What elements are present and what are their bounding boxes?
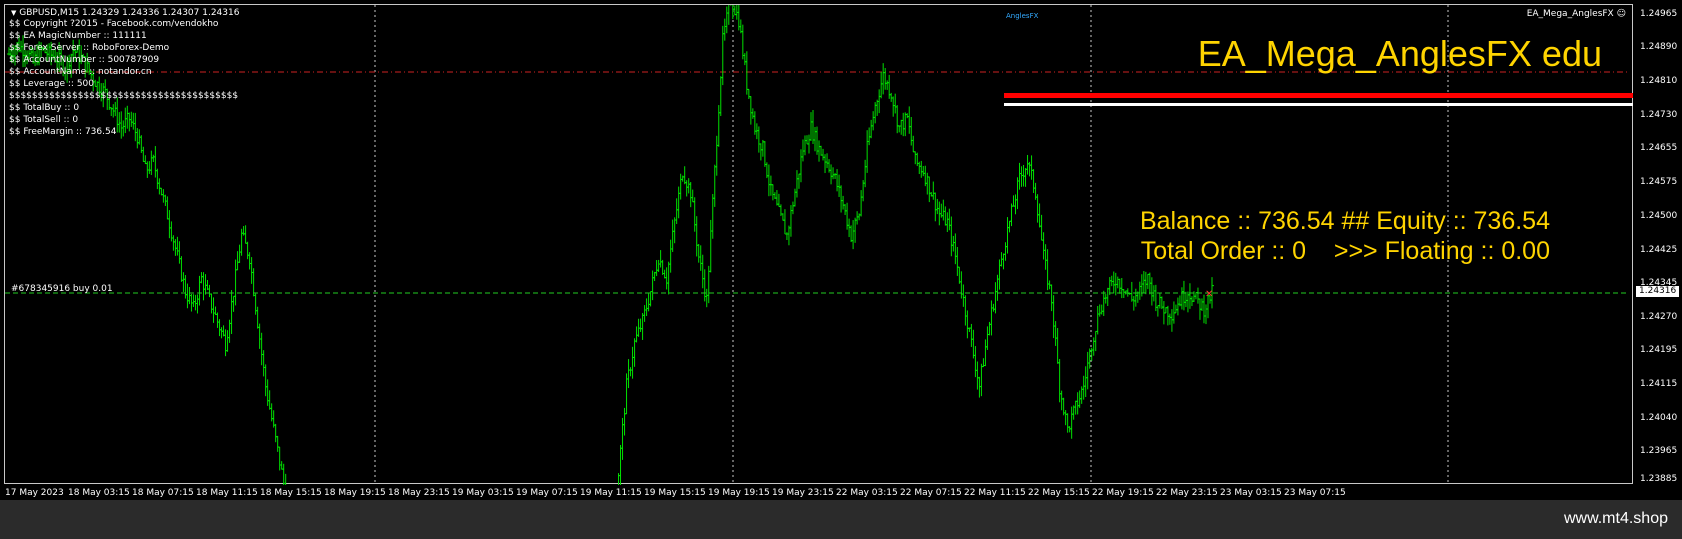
time-tick: 18 May 19:15: [324, 488, 386, 498]
price-tick: 1.24425: [1640, 245, 1678, 255]
price-tick: 1.24890: [1640, 42, 1678, 52]
info-line: $$ AccountName :: notandor.cn: [9, 67, 152, 77]
info-line: $$ Copyright ?2015 - Facebook.com/vendok…: [9, 19, 219, 29]
red-line-indicator: [1004, 93, 1633, 98]
info-line: $$ Forex Server :: RoboForex-Demo: [9, 43, 170, 53]
price-tick: 1.24655: [1640, 143, 1678, 153]
collapse-arrow-icon[interactable]: ▼: [11, 9, 16, 17]
time-tick: 19 May 23:15: [772, 488, 834, 498]
time-tick: 23 May 07:15: [1284, 488, 1346, 498]
time-tick: 19 May 11:15: [580, 488, 642, 498]
order-label[interactable]: #678345916 buy 0.01: [11, 283, 113, 295]
price-tick: 1.23885: [1640, 474, 1678, 484]
time-tick: 22 May 15:15: [1028, 488, 1090, 498]
time-tick: 22 May 07:15: [900, 488, 962, 498]
info-line: $$ TotalBuy :: 0: [9, 103, 80, 113]
price-tick: 1.24040: [1640, 413, 1678, 423]
price-tick: 1.24500: [1640, 211, 1678, 221]
time-tick: 22 May 11:15: [964, 488, 1026, 498]
price-tick: 1.24115: [1640, 379, 1678, 389]
time-tick: 22 May 03:15: [836, 488, 898, 498]
time-tick: 18 May 11:15: [196, 488, 258, 498]
info-line: $$ TotalSell :: 0: [9, 115, 79, 125]
time-tick: 22 May 19:15: [1092, 488, 1154, 498]
chart-window[interactable]: ✕ ▼ GBPUSD,M15 1.24329 1.24336 1.24307 1…: [4, 4, 1633, 485]
white-line-indicator: [1004, 103, 1633, 106]
price-tick: 1.24575: [1640, 177, 1678, 187]
price-tick: 1.23965: [1640, 446, 1678, 456]
ea-name-label[interactable]: EA_Mega_AnglesFX ☺: [1527, 8, 1626, 20]
footer-site: www.mt4.shop: [1563, 510, 1668, 527]
watermark: AnglesFX: [1006, 12, 1039, 20]
footer-bar: www.mt4.shop: [0, 500, 1682, 539]
info-line: $$ EA MagicNumber :: 111111: [9, 31, 147, 41]
order-floating-text: Total Order :: 0 >>> Floating :: 0.00: [1140, 237, 1550, 265]
time-tick: 18 May 23:15: [388, 488, 450, 498]
time-tick: 18 May 15:15: [260, 488, 322, 498]
smiley-face-icon: ☺: [1616, 9, 1626, 19]
info-line: $$ FreeMargin :: 736.54: [9, 127, 117, 137]
overlay-title: EA_Mega_AnglesFX edu: [1197, 33, 1602, 74]
price-tick: 1.24270: [1640, 312, 1678, 322]
time-tick: 19 May 19:15: [708, 488, 770, 498]
balance-equity-text: Balance :: 736.54 ## Equity :: 736.54: [1139, 207, 1550, 235]
time-tick: 17 May 2023: [5, 488, 64, 498]
time-tick: 18 May 03:15: [68, 488, 130, 498]
time-tick: 18 May 07:15: [132, 488, 194, 498]
time-tick: 19 May 07:15: [516, 488, 578, 498]
info-line: $$ AccountNumber :: 500787909: [9, 55, 160, 65]
entry-marker-icon: ✕: [1205, 289, 1213, 300]
ea-name: EA_Mega_AnglesFX: [1526, 9, 1614, 19]
time-tick: 22 May 23:15: [1156, 488, 1218, 498]
price-tick: 1.24195: [1640, 345, 1678, 355]
current-price-marker: 1.24316: [1636, 286, 1680, 298]
symbol-quote: GBPUSD,M15 1.24329 1.24336 1.24307 1.243…: [19, 8, 240, 18]
info-panel: $$ Copyright ?2015 - Facebook.com/vendok…: [9, 18, 238, 138]
price-tick: 1.24810: [1640, 76, 1678, 86]
time-tick: 23 May 03:15: [1220, 488, 1282, 498]
info-line: $$$$$$$$$$$$$$$$$$$$$$$$$$$$$$$$$$$$$$$$: [9, 91, 239, 101]
time-tick: 19 May 03:15: [452, 488, 514, 498]
info-line: $$ Leverage :: 500: [9, 79, 94, 89]
price-tick: 1.24965: [1640, 9, 1678, 19]
time-tick: 19 May 15:15: [644, 488, 706, 498]
price-tick: 1.24730: [1640, 110, 1678, 120]
